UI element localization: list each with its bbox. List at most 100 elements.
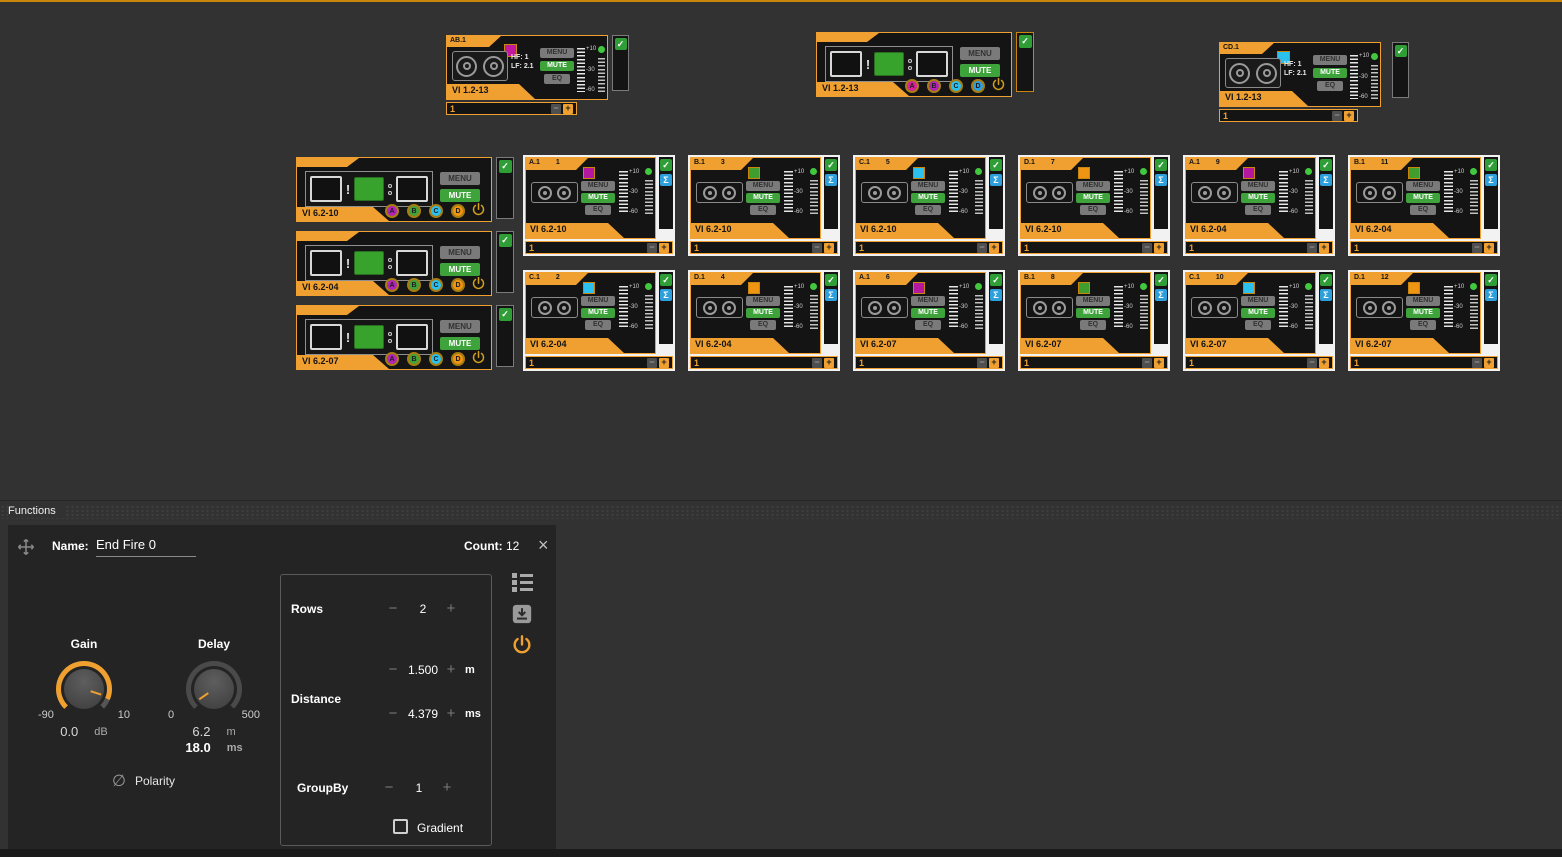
decrement-button[interactable]: − — [977, 358, 987, 368]
sum-button[interactable]: Σ — [825, 289, 837, 301]
decrement-button[interactable]: − — [1307, 358, 1317, 368]
sum-button[interactable]: Σ — [1485, 174, 1497, 186]
channel-color-indicator[interactable] — [1243, 167, 1255, 179]
menu-button[interactable]: MENU — [1406, 296, 1440, 306]
mute-button[interactable]: MUTE — [581, 308, 615, 318]
channel-color-indicator[interactable] — [1243, 282, 1255, 294]
decrement-button[interactable]: − — [1332, 111, 1342, 121]
channel-color-indicator[interactable] — [913, 167, 925, 179]
menu-button[interactable]: MENU — [1241, 181, 1275, 191]
rows-increment[interactable]: + — [443, 600, 459, 617]
mute-button[interactable]: MUTE — [440, 189, 480, 202]
channel-card[interactable]: B.1 3 MENU MUTE EQ +10-30-60 — [688, 155, 840, 256]
distance-m-increment[interactable]: + — [443, 661, 459, 678]
menu-button[interactable]: MENU — [746, 181, 780, 191]
increment-button[interactable]: + — [1484, 243, 1494, 253]
check-button[interactable]: ✓ — [1155, 159, 1167, 171]
decrement-button[interactable]: − — [1307, 243, 1317, 253]
menu-button[interactable]: MENU — [1076, 296, 1110, 306]
check-button[interactable]: ✓ — [990, 159, 1002, 171]
distance-m-decrement[interactable]: − — [385, 661, 401, 678]
eq-button[interactable]: EQ — [1080, 320, 1106, 330]
decrement-button[interactable]: − — [1142, 358, 1152, 368]
mute-button[interactable]: MUTE — [1076, 308, 1110, 318]
check-button[interactable]: ✓ — [1155, 274, 1167, 286]
groupby-decrement[interactable]: − — [381, 779, 397, 796]
channel-card[interactable]: A.1 6 MENU MUTE EQ +10-30-60 — [853, 270, 1005, 371]
decrement-button[interactable]: − — [1472, 358, 1482, 368]
channel-d-button[interactable]: D — [451, 278, 465, 292]
eq-button[interactable]: EQ — [1080, 205, 1106, 215]
decrement-button[interactable]: − — [647, 243, 657, 253]
sum-button[interactable]: Σ — [1155, 289, 1167, 301]
increment-button[interactable]: + — [659, 243, 669, 253]
eq-button[interactable]: EQ — [750, 205, 776, 215]
mute-button[interactable]: MUTE — [1241, 308, 1275, 318]
amp-widget-ab1[interactable]: AB.1 HF: 1 LF: 2.1 MENU MUTE EQ +10-30-6… — [446, 35, 608, 115]
menu-button[interactable]: MENU — [440, 320, 480, 333]
increment-button[interactable]: + — [563, 104, 573, 114]
groupby-increment[interactable]: + — [439, 779, 455, 796]
menu-button[interactable]: MENU — [911, 296, 945, 306]
channel-card[interactable]: D.1 4 MENU MUTE EQ +10-30-60 — [688, 270, 840, 371]
amp-panel-widget[interactable]: ! MENU MUTE VI 1.2-13 A B C D — [816, 32, 1012, 97]
channel-card[interactable]: B.1 8 MENU MUTE EQ +10-30-60 — [1018, 270, 1170, 371]
menu-button[interactable]: MENU — [1241, 296, 1275, 306]
decrement-button[interactable]: − — [1472, 243, 1482, 253]
polarity-toggle[interactable]: ∅ Polarity — [112, 771, 175, 791]
channel-c-button[interactable]: C — [429, 278, 443, 292]
increment-button[interactable]: + — [1484, 358, 1494, 368]
eq-button[interactable]: EQ — [544, 74, 570, 84]
amp-panel-widget[interactable]: ! MENU MUTE VI 6.2-04 A B C D — [296, 231, 492, 296]
mute-button[interactable]: MUTE — [746, 193, 780, 203]
delay-knob[interactable] — [186, 661, 242, 717]
mute-button[interactable]: MUTE — [540, 61, 574, 71]
check-button[interactable]: ✓ — [1485, 274, 1497, 286]
mute-button[interactable]: MUTE — [1406, 193, 1440, 203]
sum-button[interactable]: Σ — [825, 174, 837, 186]
eq-button[interactable]: EQ — [585, 205, 611, 215]
increment-button[interactable]: + — [1154, 243, 1164, 253]
eq-button[interactable]: EQ — [915, 320, 941, 330]
sum-button[interactable]: Σ — [990, 289, 1002, 301]
check-button[interactable]: ✓ — [499, 234, 512, 247]
sum-button[interactable]: Σ — [1485, 289, 1497, 301]
eq-button[interactable]: EQ — [1410, 320, 1436, 330]
eq-button[interactable]: EQ — [1245, 320, 1271, 330]
channel-d-button[interactable]: D — [971, 79, 985, 93]
eq-button[interactable]: EQ — [1410, 205, 1436, 215]
channel-card[interactable]: D.1 12 MENU MUTE EQ +10-30-60 — [1348, 270, 1500, 371]
amp-panel-widget[interactable]: ! MENU MUTE VI 6.2-10 A B C D — [296, 157, 492, 222]
distance-ms-increment[interactable]: + — [443, 705, 459, 722]
channel-a-button[interactable]: A — [385, 352, 399, 366]
menu-button[interactable]: MENU — [581, 181, 615, 191]
channel-card[interactable]: D.1 7 MENU MUTE EQ +10-30-60 — [1018, 155, 1170, 256]
channel-color-indicator[interactable] — [913, 282, 925, 294]
channel-d-button[interactable]: D — [451, 352, 465, 366]
close-icon[interactable]: × — [538, 535, 549, 556]
menu-button[interactable]: MENU — [1406, 181, 1440, 191]
decrement-button[interactable]: − — [812, 358, 822, 368]
power-icon[interactable] — [511, 634, 533, 656]
channel-color-indicator[interactable] — [1408, 167, 1420, 179]
increment-button[interactable]: + — [1154, 358, 1164, 368]
channel-card[interactable]: C.1 2 MENU MUTE EQ +10-30-60 — [523, 270, 675, 371]
check-button[interactable]: ✓ — [660, 159, 672, 171]
channel-c-button[interactable]: C — [949, 79, 963, 93]
channel-color-indicator[interactable] — [583, 167, 595, 179]
channel-color-indicator[interactable] — [583, 282, 595, 294]
amp-panel-widget[interactable]: ! MENU MUTE VI 6.2-07 A B C D — [296, 305, 492, 370]
channel-b-button[interactable]: B — [407, 204, 421, 218]
mute-button[interactable]: MUTE — [911, 193, 945, 203]
mute-button[interactable]: MUTE — [581, 193, 615, 203]
menu-button[interactable]: MENU — [440, 246, 480, 259]
sum-button[interactable]: Σ — [1155, 174, 1167, 186]
channel-c-button[interactable]: C — [429, 204, 443, 218]
decrement-button[interactable]: − — [977, 243, 987, 253]
channel-a-button[interactable]: A — [905, 79, 919, 93]
eq-button[interactable]: EQ — [585, 320, 611, 330]
check-button[interactable]: ✓ — [990, 274, 1002, 286]
channel-b-button[interactable]: B — [407, 278, 421, 292]
menu-button[interactable]: MENU — [581, 296, 615, 306]
increment-button[interactable]: + — [824, 243, 834, 253]
